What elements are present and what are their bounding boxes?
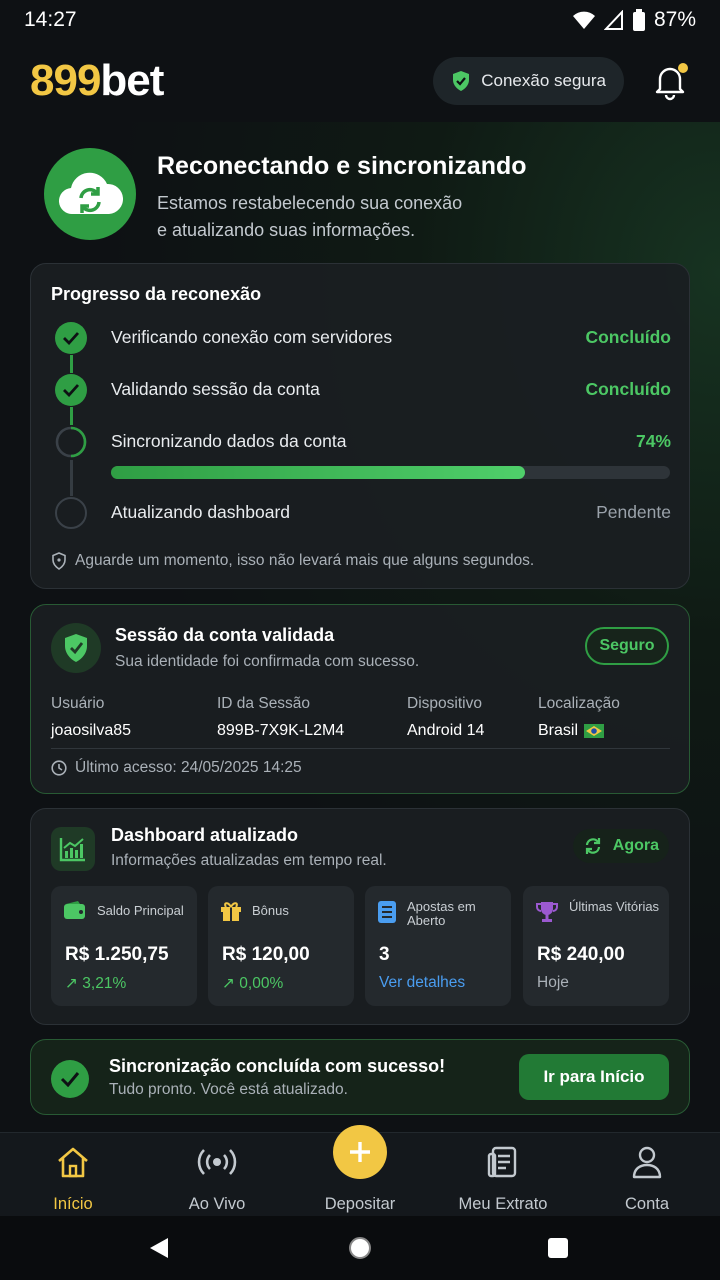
- cloud-sync-icon: [44, 148, 136, 240]
- last-access: Último acesso: 24/05/2025 14:25: [51, 759, 302, 777]
- home-icon: [58, 1147, 88, 1178]
- refresh-now-button[interactable]: Agora: [572, 829, 669, 863]
- page-title: Reconectando e sincronizando: [157, 152, 527, 180]
- session-field-id: ID da Sessão 899B-7X9K-L2M4: [217, 695, 345, 739]
- sync-progress-fill: [111, 466, 525, 479]
- progress-step: Verificando conexão com servidores Concl…: [51, 321, 671, 355]
- progress-step: Atualizando dashboard Pendente: [51, 496, 671, 530]
- dashboard-subtitle: Informações atualizadas em tempo real.: [111, 852, 387, 869]
- sync-title: Sincronização concluída com sucesso!: [109, 1056, 446, 1076]
- signal-icon: [603, 10, 623, 30]
- tile-change: ↗ 0,00%: [222, 975, 284, 992]
- secure-connection-label: Conexão segura: [481, 71, 606, 90]
- tile-value: R$ 240,00: [537, 944, 625, 965]
- status-time: 14:27: [24, 8, 77, 31]
- sync-complete-card: Sincronização concluída com sucesso! Tud…: [30, 1039, 690, 1115]
- session-subtitle: Sua identidade foi confirmada com sucess…: [115, 653, 420, 670]
- brand-logo[interactable]: 899bet: [30, 56, 164, 106]
- shield-outline-icon: [52, 552, 66, 570]
- go-home-button[interactable]: Ir para Início: [519, 1054, 669, 1100]
- session-validated-card: Sessão da conta validada Sua identidade …: [30, 604, 690, 794]
- divider: [51, 748, 670, 749]
- dashboard-updated-card: Dashboard atualizado Informações atualiz…: [30, 808, 690, 1025]
- session-field-user: Usuário joaosilva85: [51, 695, 132, 739]
- app-header: 899bet Conexão segura: [0, 40, 720, 122]
- tile-main-balance[interactable]: Saldo Principal R$ 1.250,75 ↗ 3,21%: [51, 886, 197, 1006]
- refresh-icon: [585, 838, 600, 854]
- status-bar: 14:27 87%: [0, 0, 720, 40]
- progress-footer: Aguarde um momento, isso não levará mais…: [51, 552, 534, 570]
- view-details-link[interactable]: Ver detalhes: [379, 974, 465, 992]
- tile-bonus[interactable]: Bônus R$ 120,00 ↗ 0,00%: [208, 886, 354, 1006]
- step-status: Concluído: [585, 327, 671, 347]
- list-icon: [378, 901, 396, 923]
- secure-connection-badge[interactable]: Conexão segura: [433, 57, 624, 105]
- back-icon[interactable]: [148, 1236, 170, 1260]
- user-icon: [632, 1146, 662, 1179]
- chart-icon: [51, 827, 95, 871]
- progress-step: Sincronizando dados da conta 74%: [51, 425, 671, 459]
- check-icon: [55, 322, 87, 354]
- trend-up-icon: ↗: [65, 975, 83, 992]
- progress-step: Validando sessão da conta Concluído: [51, 373, 671, 407]
- secure-badge[interactable]: Seguro: [585, 627, 669, 665]
- recents-icon[interactable]: [547, 1237, 569, 1259]
- pending-circle-icon: [55, 497, 87, 529]
- live-icon: [197, 1149, 237, 1175]
- shield-check-icon: [51, 623, 101, 673]
- session-field-device: Dispositivo Android 14: [407, 695, 485, 739]
- bottom-navigation: Início Ao Vivo Depositar Meu Extrato Con…: [0, 1125, 720, 1216]
- deposit-plus-button[interactable]: [333, 1125, 387, 1179]
- sync-progress-bar: [111, 466, 670, 479]
- trend-up-icon: ↗: [222, 975, 240, 992]
- tile-recent-wins[interactable]: Últimas Vitórias R$ 240,00 Hoje: [523, 886, 669, 1006]
- brazil-flag-icon: [584, 724, 605, 738]
- step-connector: [70, 460, 73, 496]
- tile-value: R$ 1.250,75: [65, 944, 169, 965]
- tile-value: R$ 120,00: [222, 944, 310, 965]
- spinner-icon: [55, 426, 87, 458]
- tile-change: ↗ 3,21%: [65, 975, 127, 992]
- page-subtitle: Estamos restabelecendo sua conexão e atu…: [157, 193, 463, 240]
- session-field-location: Localização Brasil: [538, 695, 620, 739]
- step-status: Concluído: [585, 379, 671, 399]
- tile-open-bets[interactable]: Apostas em Aberto 3 Ver detalhes: [365, 886, 511, 1006]
- clock-icon: [51, 760, 67, 776]
- home-circle-icon[interactable]: [347, 1235, 373, 1261]
- plus-icon: [350, 1142, 370, 1162]
- notifications-button[interactable]: [650, 61, 690, 101]
- check-circle-icon: [51, 1060, 89, 1098]
- battery-level: 87%: [653, 8, 696, 31]
- step-percent: 74%: [635, 431, 671, 451]
- wallet-icon: [64, 901, 85, 919]
- tile-value: 3: [379, 944, 390, 965]
- notification-dot: [678, 63, 688, 73]
- progress-title: Progresso da reconexão: [51, 284, 262, 304]
- main-content[interactable]: Reconectando e sincronizando Estamos res…: [0, 122, 720, 1132]
- status-icons: 87%: [572, 8, 696, 32]
- reconnection-progress-card: Progresso da reconexão Verificando conex…: [30, 263, 690, 589]
- battery-icon: [632, 9, 645, 31]
- session-title: Sessão da conta validada: [115, 625, 335, 645]
- system-navigation-bar: [0, 1216, 720, 1280]
- tile-footer: Hoje: [537, 974, 569, 991]
- wifi-icon: [572, 11, 595, 29]
- nav-statement[interactable]: Meu Extrato: [438, 1143, 568, 1214]
- step-status: Pendente: [596, 502, 671, 522]
- nav-account[interactable]: Conta: [582, 1143, 712, 1214]
- step-connector: [70, 407, 73, 425]
- check-icon: [55, 374, 87, 406]
- statement-icon: [487, 1146, 517, 1178]
- sync-subtitle: Tudo pronto. Você está atualizado.: [109, 1081, 348, 1098]
- shield-check-icon: [453, 71, 470, 91]
- reconnect-hero: Reconectando e sincronizando Estamos res…: [44, 148, 684, 240]
- nav-live[interactable]: Ao Vivo: [152, 1143, 282, 1214]
- dashboard-title: Dashboard atualizado: [111, 825, 299, 845]
- gift-icon: [221, 902, 241, 921]
- trophy-icon: [536, 902, 558, 922]
- nav-home[interactable]: Início: [8, 1143, 138, 1214]
- step-connector: [70, 355, 73, 373]
